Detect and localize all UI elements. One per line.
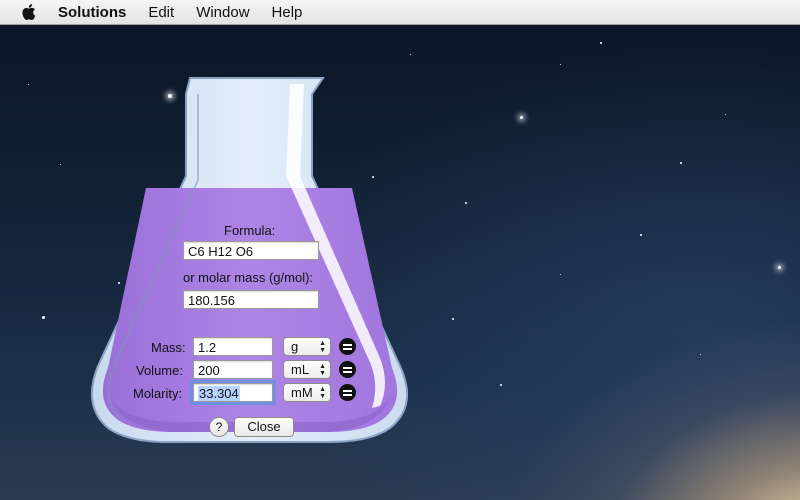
star xyxy=(778,266,781,269)
star xyxy=(725,114,726,115)
mass-equals-button[interactable] xyxy=(339,338,356,355)
star xyxy=(560,64,561,65)
mass-unit-value: g xyxy=(291,339,299,354)
star xyxy=(700,354,701,355)
star xyxy=(28,84,29,85)
star xyxy=(560,274,561,275)
mass-label: Mass: xyxy=(151,340,186,355)
star xyxy=(410,54,411,55)
volume-unit-popup[interactable]: mL ▲ ▼ xyxy=(283,360,331,379)
molarity-unit-popup[interactable]: mM ▲ ▼ xyxy=(283,383,331,402)
help-button[interactable]: ? xyxy=(209,417,229,437)
star xyxy=(452,318,454,320)
molarity-unit-value: mM xyxy=(291,385,313,400)
molarity-value-selected: 33.304 xyxy=(198,386,240,401)
mass-unit-popup[interactable]: g ▲ ▼ xyxy=(283,337,331,356)
star xyxy=(680,162,682,164)
molar-mass-field[interactable]: 180.156 xyxy=(183,290,319,309)
up-down-arrows-icon: ▲ ▼ xyxy=(319,363,326,377)
molarity-label: Molarity: xyxy=(133,386,183,401)
molarity-equals-button[interactable] xyxy=(339,384,356,401)
menu-edit[interactable]: Edit xyxy=(148,4,174,21)
star xyxy=(500,384,502,386)
menu-app-solutions[interactable]: Solutions xyxy=(58,4,126,21)
mass-field[interactable]: 1.2 xyxy=(193,337,273,356)
formula-label: Formula: xyxy=(224,223,276,238)
molarity-field[interactable]: 33.304 xyxy=(190,380,276,405)
star xyxy=(60,164,61,165)
molar-mass-label: or molar mass (g/mol): xyxy=(183,270,314,285)
up-down-arrows-icon: ▲ ▼ xyxy=(319,386,326,400)
star xyxy=(640,234,642,236)
volume-unit-value: mL xyxy=(291,362,310,377)
menu-window[interactable]: Window xyxy=(196,4,249,21)
star xyxy=(520,116,523,119)
menu-bar: Solutions Edit Window Help xyxy=(0,0,800,25)
apple-logo-icon[interactable] xyxy=(22,2,42,22)
star xyxy=(465,202,467,204)
volume-label: Volume: xyxy=(136,363,183,378)
formula-field[interactable]: C6 H12 O6 xyxy=(183,241,319,260)
star xyxy=(600,42,602,44)
star xyxy=(42,316,45,319)
up-down-arrows-icon: ▲ ▼ xyxy=(319,340,326,354)
close-button[interactable]: Close xyxy=(234,417,294,437)
volume-field[interactable]: 200 xyxy=(193,360,273,379)
volume-equals-button[interactable] xyxy=(339,361,356,378)
menu-help[interactable]: Help xyxy=(272,4,303,21)
